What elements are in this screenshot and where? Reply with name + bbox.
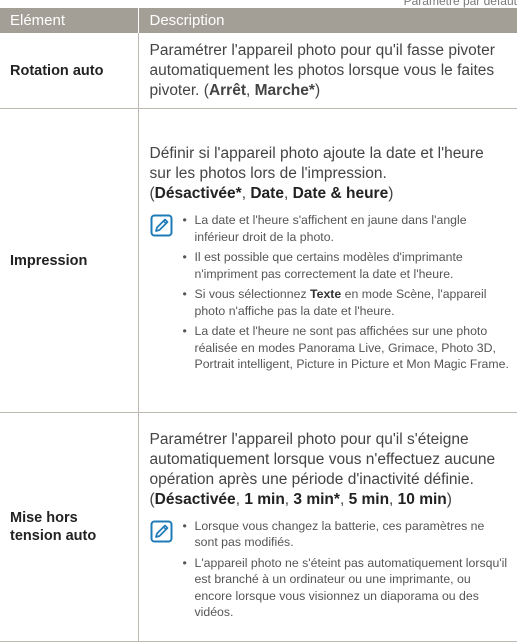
setting-name: Rotation auto [0,33,138,109]
column-header-element: Elément [0,8,138,33]
note-item: Il est possible que certains modèles d'i… [183,249,510,282]
note-pencil-icon [150,520,172,542]
setting-description: Paramétrer l'appareil photo pour qu'il s… [137,412,517,642]
option-list: (Désactivée*, Date, Date & heure) [149,185,394,203]
option-value: 5 min [348,490,390,508]
option-value: Date & heure [292,185,389,203]
note-block: Lorsque vous changez la batterie, ces pa… [150,518,510,625]
option-value: Arrêt [208,81,246,99]
table-row: Impression Définir si l'appareil photo a… [0,108,517,413]
setting-description: Définir si l'appareil photo ajoute la da… [137,108,517,413]
note-list: La date et l'heure s'affichent en jaune … [173,212,510,377]
default-setting-note: Paramètre par défaut [403,0,517,8]
note-item: La date et l'heure s'affichent en jaune … [183,212,510,245]
setting-description: Paramétrer l'appareil photo pour qu'il f… [137,33,517,109]
option-value: Date [250,185,284,203]
option-value: 10 min [397,490,447,508]
highlighted-term: Texte [310,287,342,302]
option-value: 1 min [244,490,285,508]
table-row: Rotation auto Paramétrer l'appareil phot… [0,33,517,109]
option-value: Désactivée [154,490,236,508]
note-list: Lorsque vous changez la batterie, ces pa… [173,518,510,625]
note-item: La date et l'heure ne sont pas affichées… [183,323,510,373]
description-text: Paramétrer l'appareil photo pour qu'il s… [149,430,496,488]
option-value: Désactivée* [154,185,242,203]
description-text: Paramétrer l'appareil photo pour qu'il f… [149,41,495,99]
settings-table: Elément Description Rotation auto Paramé… [0,8,517,642]
note-block: La date et l'heure s'affichent en jaune … [150,212,510,377]
option-value: 3 min* [293,490,340,508]
column-header-description: Description [137,8,517,33]
setting-name: Impression [0,108,138,413]
option-value: Marche* [254,81,315,99]
description-text: Définir si l'appareil photo ajoute la da… [149,145,484,183]
note-item: Si vous sélectionnez Texte en mode Scène… [183,286,510,319]
table-row: Mise hors tension auto Paramétrer l'appa… [0,412,517,642]
note-pencil-icon [150,214,172,237]
setting-name: Mise hors tension auto [0,412,138,642]
note-item: L'appareil photo ne s'éteint pas automat… [183,555,510,621]
table-header-row: Elément Description [0,8,517,33]
note-item: Lorsque vous changez la batterie, ces pa… [183,518,510,551]
option-list: (Désactivée, 1 min, 3 min*, 5 min, 10 mi… [149,490,452,508]
